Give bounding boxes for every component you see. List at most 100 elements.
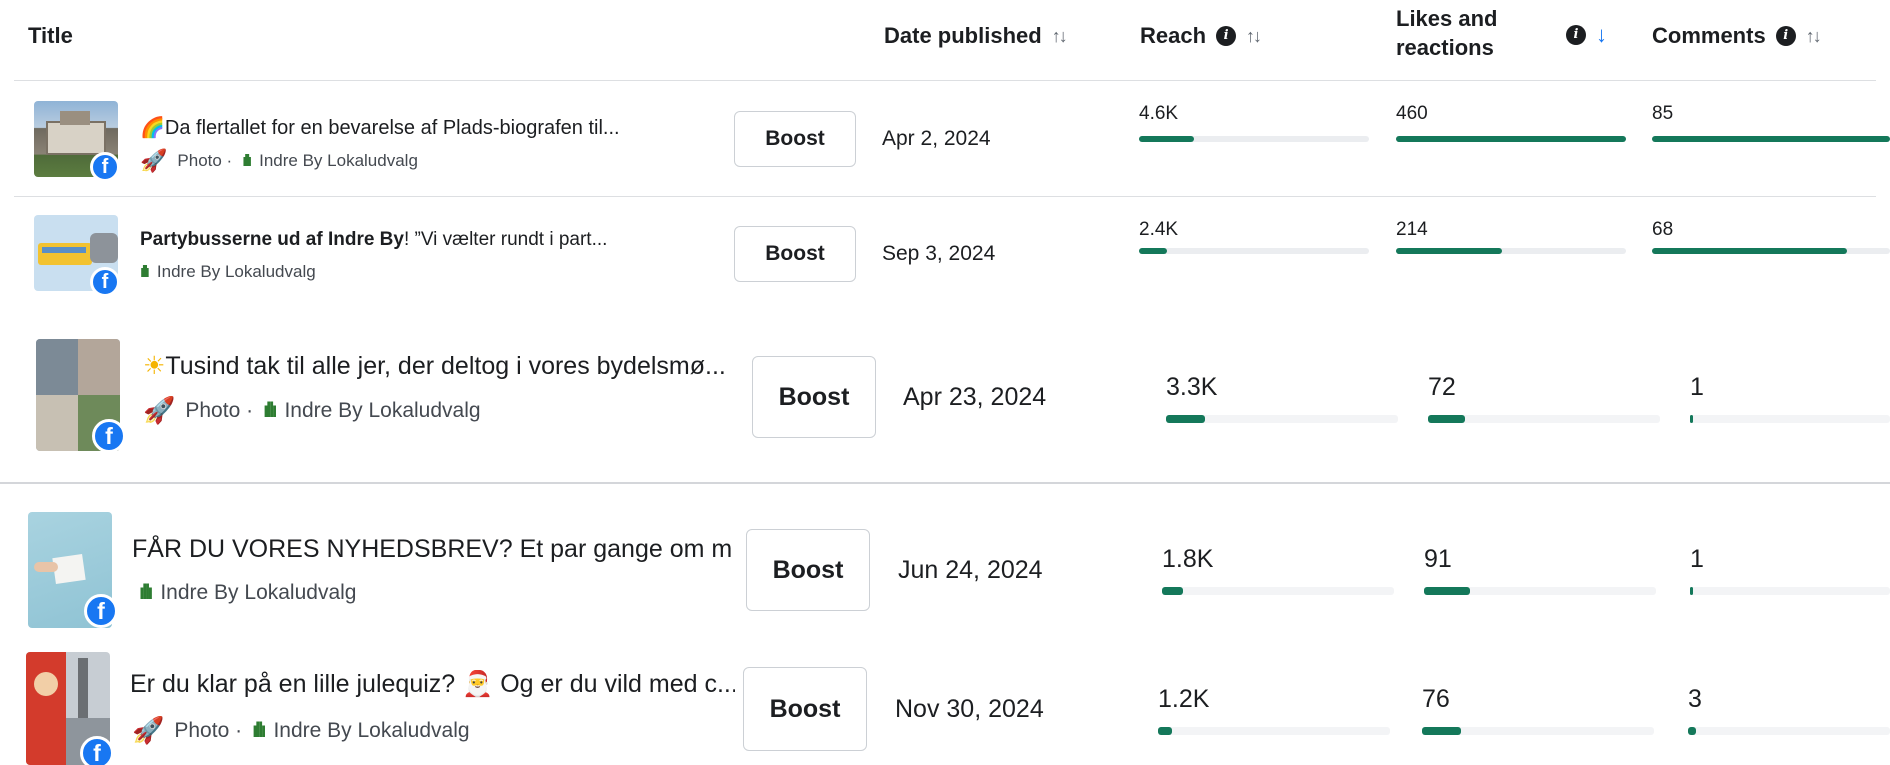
likes-value: 72 — [1428, 373, 1456, 401]
rocket-icon: 🚀 — [143, 395, 176, 425]
likes-bar — [1396, 248, 1502, 254]
post-title-bold: Partybusserne ud af Indre By — [140, 229, 404, 250]
header-reach[interactable]: Reach i ↑↓ — [1140, 22, 1262, 50]
header-comments[interactable]: Comments i ↑↓ — [1652, 22, 1822, 50]
reach-metric: 1.2K — [1158, 685, 1390, 755]
header-reach-label: Reach — [1140, 23, 1207, 48]
reach-metric: 4.6K — [1139, 103, 1369, 163]
post-title-text: FÅR DU VORES NYHEDSBREV? Et par gange om… — [132, 535, 732, 563]
reach-value: 4.6K — [1139, 103, 1179, 124]
reach-bar — [1158, 727, 1172, 735]
post-meta: ıllı Indre By Lokaludvalg — [140, 262, 316, 282]
table-row[interactable]: f ☀Tusind tak til alle jer, der deltog i… — [0, 313, 1890, 484]
likes-metric: 214 — [1396, 219, 1626, 279]
post-title[interactable]: Er du klar på en lille julequiz? 🎅 Og er… — [130, 670, 735, 699]
sort-icon[interactable]: ↑↓ — [1246, 26, 1262, 47]
post-thumbnail[interactable]: f — [34, 101, 120, 182]
reach-bar-track — [1162, 587, 1394, 595]
comments-bar-track — [1690, 587, 1890, 595]
likes-bar-track — [1428, 415, 1660, 423]
sort-icon[interactable]: ↑↓ — [1052, 26, 1068, 47]
post-type: Photo · — [174, 718, 243, 742]
reach-bar-track — [1139, 248, 1369, 254]
comments-bar-track — [1688, 727, 1890, 735]
boost-button[interactable]: Boost — [734, 226, 856, 282]
header-likes-label-line2: reactions — [1396, 35, 1494, 60]
likes-metric: 76 — [1422, 685, 1654, 755]
comments-bar — [1688, 727, 1696, 735]
post-title[interactable]: 🌈Da flertallet for en bevarelse af Plads… — [140, 115, 720, 140]
header-date-published[interactable]: Date published ↑↓ — [884, 22, 1068, 50]
table-row[interactable]: f FÅR DU VORES NYHEDSBREV? Et par gange … — [0, 511, 1890, 641]
likes-bar-track — [1396, 136, 1626, 142]
boost-button[interactable]: Boost — [752, 356, 876, 438]
facebook-icon: f — [80, 736, 114, 765]
post-title[interactable]: ☀Tusind tak til alle jer, der deltog i v… — [143, 351, 733, 381]
post-page-name[interactable]: Indre By Lokaludvalg — [273, 719, 469, 743]
grass-page-icon: ıllı — [140, 262, 150, 281]
likes-metric: 91 — [1424, 545, 1656, 615]
post-page-name[interactable]: Indre By Lokaludvalg — [284, 399, 480, 423]
table-row[interactable]: f Er du klar på en lille julequiz? 🎅 Og … — [0, 643, 1890, 765]
post-meta: ıllı Indre By Lokaludvalg — [139, 581, 356, 605]
boost-button[interactable]: Boost — [743, 667, 867, 751]
info-icon[interactable]: i — [1775, 26, 1796, 46]
header-title[interactable]: Title — [28, 22, 73, 50]
date-published: Nov 30, 2024 — [895, 695, 1044, 723]
comments-bar — [1652, 136, 1890, 142]
date-published: Apr 2, 2024 — [882, 127, 991, 150]
info-icon[interactable]: i — [1216, 26, 1237, 46]
comments-bar — [1652, 248, 1848, 254]
post-meta: 🚀 Photo · ıllı Indre By Lokaludvalg — [143, 395, 481, 426]
post-thumbnail[interactable]: f — [28, 512, 118, 628]
rocket-icon: 🚀 — [132, 715, 165, 745]
boost-button[interactable]: Boost — [734, 111, 856, 167]
sort-icon[interactable]: ↑↓ — [1806, 26, 1822, 47]
likes-value: 91 — [1424, 545, 1452, 573]
post-meta: 🚀 Photo · ıllı Indre By Lokaludvalg — [132, 715, 470, 746]
comments-value: 3 — [1688, 685, 1702, 713]
sort-down-icon[interactable]: ↓ — [1596, 22, 1607, 48]
comments-value: 85 — [1652, 103, 1674, 124]
table-row[interactable]: f Partybusserne ud af Indre By! ”Vi vælt… — [0, 197, 1890, 313]
comments-bar-track — [1690, 415, 1890, 423]
likes-metric: 460 — [1396, 103, 1626, 163]
likes-bar — [1428, 415, 1466, 423]
grass-page-icon: ıllı — [242, 151, 252, 170]
reach-bar-track — [1139, 136, 1369, 142]
santa-icon: 🎅 — [462, 670, 494, 698]
facebook-icon: f — [90, 152, 120, 182]
post-page-name[interactable]: Indre By Lokaludvalg — [157, 262, 316, 282]
sun-icon: ☀ — [143, 352, 166, 380]
post-title[interactable]: Partybusserne ud af Indre By! ”Vi vælter… — [140, 229, 720, 251]
reach-metric: 3.3K — [1166, 373, 1398, 443]
post-title[interactable]: FÅR DU VORES NYHEDSBREV? Et par gange om… — [132, 535, 732, 564]
comments-metric: 3 — [1688, 685, 1890, 755]
post-page-name[interactable]: Indre By Lokaludvalg — [259, 151, 418, 171]
table-header: Title Date published ↑↓ Reach i ↑↓ Likes… — [0, 0, 1890, 81]
post-thumbnail[interactable]: f — [34, 215, 120, 297]
header-title-label: Title — [28, 23, 73, 48]
post-title-text: ! ”Vi vælter rundt i part... — [403, 229, 608, 250]
header-likes-label-line1: Likes and — [1396, 6, 1498, 31]
reach-bar — [1166, 415, 1206, 423]
likes-value: 460 — [1396, 103, 1428, 124]
boost-button[interactable]: Boost — [746, 529, 870, 611]
reach-value: 1.8K — [1162, 545, 1214, 573]
comments-value: 1 — [1690, 545, 1704, 573]
table-row[interactable]: f 🌈Da flertallet for en bevarelse af Pla… — [0, 81, 1890, 197]
post-type: Photo · — [185, 398, 254, 422]
likes-bar-track — [1422, 727, 1654, 735]
grass-page-icon: ıllı — [139, 581, 153, 604]
comments-value: 68 — [1652, 219, 1674, 240]
comments-bar-track — [1652, 248, 1890, 254]
post-thumbnail[interactable]: f — [26, 652, 114, 765]
facebook-icon: f — [90, 267, 120, 297]
post-thumbnail[interactable]: f — [36, 339, 126, 453]
post-page-name[interactable]: Indre By Lokaludvalg — [160, 581, 356, 605]
info-icon[interactable]: i — [1566, 25, 1586, 45]
reach-bar-track — [1158, 727, 1390, 735]
likes-bar — [1424, 587, 1471, 595]
header-likes-reactions[interactable]: Likes and reactions — [1396, 4, 1497, 62]
likes-bar-track — [1424, 587, 1656, 595]
